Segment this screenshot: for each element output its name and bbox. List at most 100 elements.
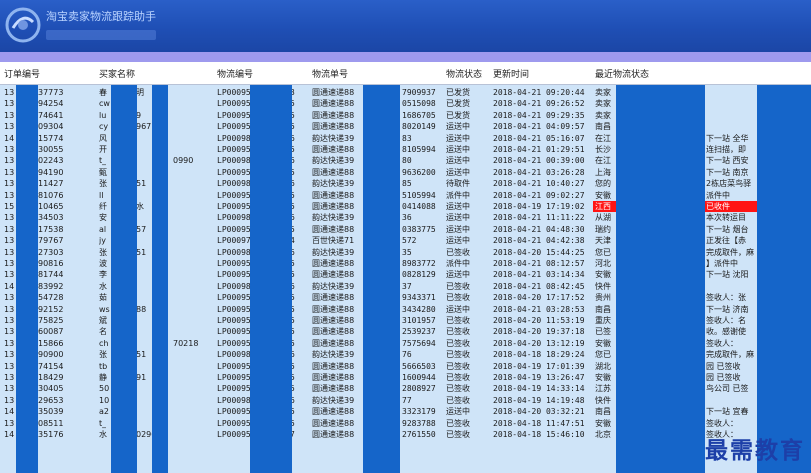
cell-tracking-no: 圆通速递88 [312, 190, 355, 200]
cell-buyer: 风 [99, 133, 107, 143]
cell-tracking-tail: 2539237 [402, 327, 436, 337]
cell-tracking-tail: 9343371 [402, 293, 436, 303]
cell-order-id: 13 [4, 213, 15, 223]
cell-order-id: 13 [4, 293, 15, 303]
cell-buyer: 10 [99, 395, 110, 405]
cell-buyer: 茹 [99, 293, 107, 303]
cell-tracking-tail: 7575694 [402, 338, 436, 348]
cell-latest-status: 从湖 [595, 213, 611, 223]
cell-order-id: 13 [4, 167, 15, 177]
cell-status: 运送中 [446, 122, 470, 132]
cell-latest-detail: 正发往【赤 [706, 236, 746, 246]
cell-tracking-tail: 5666503 [402, 361, 436, 371]
cell-update-time: 2018-04-21 11:11:22 [493, 213, 585, 223]
cell-latest-status: 南昌 [595, 122, 611, 132]
cell-latest-detail: 园 已签收 [706, 373, 741, 382]
cell-buyer: 甄 [99, 167, 107, 177]
toolbar-strip [0, 52, 811, 62]
cell-latest-status: 贵州 [595, 293, 611, 303]
table-header: 订单编号 买家名称 物流编号 物流单号 物流状态 更新时间 最近物流状态 [0, 64, 811, 85]
cell-order-id: 13 [4, 316, 15, 325]
cell-status: 已签收 [446, 338, 470, 348]
cell-status: 运送中 [446, 133, 470, 143]
cell-order-id-part: 37773 [38, 88, 64, 97]
header-tracking-no[interactable]: 物流单号 [312, 67, 348, 80]
cell-status: 运送中 [446, 202, 470, 211]
cell-latest-status: 快件 [595, 281, 611, 291]
cell-latest-status: 重庆 [595, 316, 611, 325]
cell-status: 已发货 [446, 88, 470, 97]
cell-buyer: 水 [99, 281, 107, 291]
cell-latest-status: 卖家 [595, 88, 611, 97]
cell-latest-status: 湖北 [595, 361, 611, 371]
cell-latest-detail: 派件中 [706, 190, 730, 200]
cell-status: 运送中 [446, 304, 470, 314]
header-buyer[interactable]: 买家名称 [99, 67, 135, 80]
cell-buyer: 静 [99, 373, 107, 382]
header-update-time[interactable]: 更新时间 [493, 67, 529, 80]
cell-latest-detail: 下一站 西安 [706, 156, 749, 166]
cell-order-id-part: 35176 [38, 430, 64, 439]
cell-tracking-tail: 2808927 [402, 384, 436, 394]
cell-tracking-no: 韵达快递39 [312, 247, 355, 257]
cell-order-id: 13 [4, 361, 15, 371]
cell-status: 派件中 [446, 259, 470, 268]
header-logistics-id[interactable]: 物流编号 [217, 67, 253, 80]
cell-order-id: 13 [4, 395, 15, 405]
cell-buyer-part: 91 [136, 373, 147, 382]
cell-order-id: 13 [4, 373, 15, 382]
cell-buyer: 水 [99, 430, 107, 439]
cell-update-time: 2018-04-19 17:01:39 [493, 361, 585, 371]
cell-tracking-no: 圆通速递88 [312, 418, 355, 428]
cell-order-id-part: 54728 [38, 293, 64, 303]
cell-update-time: 2018-04-21 09:26:52 [493, 99, 585, 109]
cell-logistics-id: LP00095 [217, 99, 251, 109]
cell-tracking-no: 韵达快递39 [312, 281, 355, 291]
cell-order-id: 14 [4, 281, 15, 291]
cell-latest-status: 您已 [595, 350, 611, 360]
cell-buyer-part: 51 [136, 350, 147, 360]
cell-logistics-id: LP00097 [217, 236, 251, 246]
cell-latest-detail: 完成取件，麻 [706, 350, 754, 360]
header-order-id[interactable]: 订单编号 [4, 67, 40, 80]
cell-order-id: 13 [4, 190, 15, 200]
cell-order-id: 13 [4, 224, 15, 234]
header-latest-status[interactable]: 最近物流状态 [595, 67, 649, 80]
cell-buyer: jy [99, 236, 106, 246]
cell-logistics-id: LP00095 [217, 202, 251, 211]
logistics-table[interactable]: 13 37773 春明 LP00095 3 圆通速递88 7909937 已发货 2018-04… [0, 85, 811, 473]
header-status[interactable]: 物流状态 [446, 67, 482, 80]
cell-order-id: 13 [4, 270, 15, 280]
cell-update-time: 2018-04-18 18:29:24 [493, 350, 585, 360]
cell-latest-status: 河北 [595, 259, 611, 268]
cell-status: 已发货 [446, 110, 470, 120]
cell-buyer-part: 88 [136, 304, 147, 314]
cell-buyer: 安 [99, 213, 107, 223]
cell-tracking-no: 韵达快递39 [312, 133, 355, 143]
cell-logistics-id: LP00098 [217, 247, 251, 257]
cell-buyer-tail: 70218 [173, 338, 199, 348]
cell-buyer: 纤 [99, 202, 107, 211]
cell-latest-detail: 签收人： [706, 418, 738, 428]
cell-update-time: 2018-04-20 03:32:21 [493, 407, 585, 417]
cell-tracking-tail: 37 [402, 281, 412, 291]
cell-order-id: 13 [4, 179, 15, 189]
cell-order-id: 13 [4, 304, 15, 314]
cell-logistics-id: LP00098 [217, 281, 251, 291]
cell-tracking-tail: 36 [402, 213, 412, 223]
cell-tracking-no: 圆通速递88 [312, 384, 355, 394]
cell-buyer: 斌 [99, 316, 107, 325]
cell-order-id-part: 90816 [38, 259, 64, 268]
cell-update-time: 2018-04-21 10:40:27 [493, 179, 585, 189]
cell-tracking-tail: 5105994 [402, 190, 436, 200]
cell-order-id-part: 17538 [38, 224, 64, 234]
cell-tracking-no: 圆通速递88 [312, 224, 355, 234]
cell-latest-status: 快件 [595, 395, 611, 405]
cell-tracking-no: 圆通速递88 [312, 270, 355, 280]
cell-order-id: 13 [4, 350, 15, 360]
cell-logistics-id: LP00098 [217, 395, 251, 405]
cell-order-id-part: 35039 [38, 407, 64, 417]
cell-tracking-no: 圆通速递88 [312, 167, 355, 177]
cell-tracking-no: 圆通速递88 [312, 407, 355, 417]
app-subtitle-blurred [46, 30, 156, 40]
